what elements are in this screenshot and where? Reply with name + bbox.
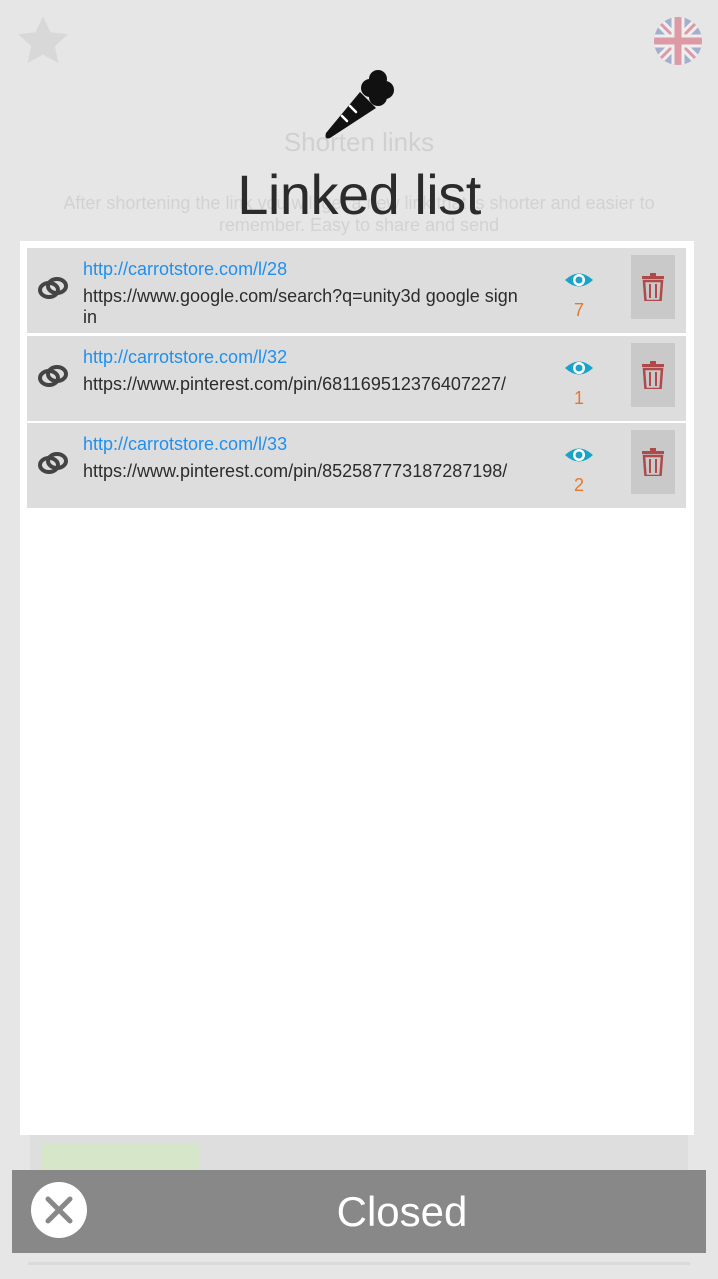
views-eye-icon bbox=[565, 361, 593, 375]
delete-button[interactable] bbox=[631, 430, 675, 494]
original-url: https://www.pinterest.com/pin/8525877731… bbox=[83, 461, 508, 481]
short-link[interactable]: http://carrotstore.com/l/32 bbox=[83, 347, 287, 368]
short-link[interactable]: http://carrotstore.com/l/33 bbox=[83, 434, 287, 455]
background-active-tab bbox=[42, 1144, 200, 1170]
linked-list-panel: http://carrotstore.com/l/28 https://www.… bbox=[20, 241, 694, 1135]
language-flag-icon bbox=[654, 17, 702, 65]
close-label: Closed bbox=[336, 1188, 468, 1235]
close-button[interactable]: Closed bbox=[12, 1170, 706, 1253]
views-eye-icon bbox=[565, 448, 593, 462]
link-chain-icon bbox=[38, 365, 68, 387]
original-url: https://www.pinterest.com/pin/6811695123… bbox=[83, 374, 506, 394]
trash-icon bbox=[642, 361, 664, 389]
view-count: 7 bbox=[573, 300, 584, 320]
link-row[interactable]: http://carrotstore.com/l/32 https://www.… bbox=[27, 336, 686, 421]
delete-button[interactable] bbox=[631, 255, 675, 319]
favorite-star-icon bbox=[18, 16, 68, 64]
link-chain-icon bbox=[38, 452, 68, 474]
link-row[interactable]: http://carrotstore.com/l/33 https://www.… bbox=[27, 423, 686, 508]
original-url: https://www.google.com/search?q=unity3d … bbox=[83, 286, 518, 327]
link-chain-icon bbox=[38, 277, 68, 299]
view-count: 1 bbox=[573, 388, 584, 408]
views-eye-icon bbox=[565, 273, 593, 287]
background-divider bbox=[28, 1262, 690, 1265]
close-icon[interactable] bbox=[31, 1182, 87, 1238]
trash-icon bbox=[642, 273, 664, 301]
carrot-icon bbox=[325, 70, 394, 139]
delete-button[interactable] bbox=[631, 343, 675, 407]
trash-icon bbox=[642, 448, 664, 476]
view-count: 2 bbox=[573, 475, 584, 495]
short-link[interactable]: http://carrotstore.com/l/28 bbox=[83, 259, 287, 280]
link-row[interactable]: http://carrotstore.com/l/28 https://www.… bbox=[27, 248, 686, 333]
panel-title: Linked list bbox=[237, 163, 481, 226]
